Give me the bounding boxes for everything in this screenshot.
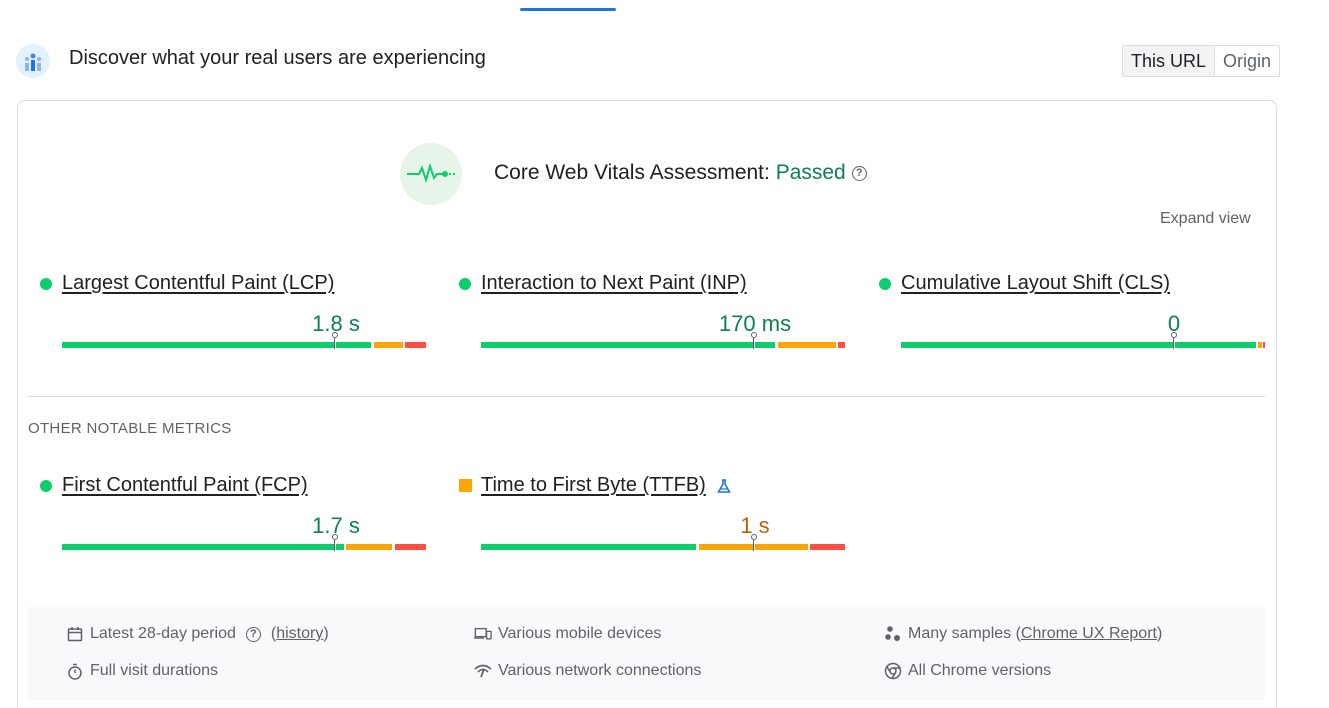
metric-cls: Cumulative Layout Shift (CLS) 0 [879, 272, 1265, 362]
period-help-icon[interactable]: ? [245, 626, 261, 642]
page: Discover what your real users are experi… [0, 0, 1329, 708]
metric-cls-name[interactable]: Cumulative Layout Shift (CLS) [901, 272, 1170, 295]
samples-icon [884, 625, 902, 643]
active-tab-indicator [520, 8, 616, 11]
info-chrome-versions: All Chrome versions [884, 662, 1051, 680]
metric-lcp: Largest Contentful Paint (LCP) 1.8 s [40, 272, 426, 362]
network-signal-icon [474, 662, 492, 680]
info-durations: Full visit durations [66, 662, 218, 680]
help-icon[interactable]: ? [851, 166, 867, 181]
metric-lcp-distribution-bar [62, 332, 426, 349]
info-devices: Various mobile devices [474, 625, 661, 643]
chrome-ux-report-link[interactable]: Chrome UX Report [1021, 625, 1157, 643]
metric-fcp: First Contentful Paint (FCP) 1.7 s [40, 474, 426, 564]
info-samples-prefix: Many samples ( [908, 625, 1021, 642]
cwv-assessment-label: Core Web Vitals Assessment: [494, 161, 776, 184]
cwv-assessment-status: Passed [775, 161, 846, 184]
history-link[interactable]: history [276, 625, 323, 643]
pulse-icon [400, 143, 462, 205]
good-status-icon [40, 479, 52, 492]
good-status-icon [459, 277, 471, 290]
metric-ttfb-distribution-bar [481, 534, 845, 551]
section-divider [28, 396, 1265, 397]
info-devices-label: Various mobile devices [498, 625, 662, 642]
devices-icon [474, 625, 492, 643]
info-samples: Many samples (Chrome UX Report) [884, 625, 1162, 643]
expand-view-link[interactable]: Expand view [1160, 210, 1251, 228]
metric-ttfb: Time to First Byte (TTFB) 1 s [459, 474, 845, 564]
users-chart-icon [16, 44, 50, 78]
info-network: Various network connections [474, 662, 701, 680]
metric-ttfb-name[interactable]: Time to First Byte (TTFB) [481, 474, 706, 497]
good-status-icon [879, 277, 891, 290]
collection-info-panel [28, 607, 1265, 700]
metric-inp-name[interactable]: Interaction to Next Paint (INP) [481, 272, 747, 295]
other-metrics-heading: OTHER NOTABLE METRICS [28, 420, 232, 437]
this-url-tab[interactable]: This URL [1123, 46, 1216, 76]
metric-lcp-name[interactable]: Largest Contentful Paint (LCP) [62, 272, 334, 295]
p75-marker [332, 534, 338, 551]
info-chrome-versions-label: All Chrome versions [908, 662, 1052, 679]
calendar-icon [66, 625, 84, 643]
cwv-assessment-title: Core Web Vitals Assessment: Passed? [494, 161, 867, 185]
p75-marker [751, 534, 757, 551]
stopwatch-icon [66, 662, 84, 680]
info-samples-suffix: ) [1156, 625, 1163, 642]
needs-improvement-status-icon [459, 479, 472, 492]
origin-tab[interactable]: Origin [1215, 46, 1280, 76]
p75-marker [751, 332, 757, 349]
chrome-icon [884, 662, 902, 680]
info-period-label: Latest 28-day period [90, 625, 236, 642]
experimental-flask-icon[interactable] [716, 478, 732, 494]
info-network-label: Various network connections [498, 662, 702, 679]
good-status-icon [40, 277, 52, 290]
metric-cls-distribution-bar [901, 332, 1265, 349]
metric-fcp-distribution-bar [62, 534, 426, 551]
metric-fcp-name[interactable]: First Contentful Paint (FCP) [62, 474, 308, 497]
url-origin-toggle[interactable]: This URL Origin [1122, 45, 1281, 77]
metric-inp: Interaction to Next Paint (INP) 170 ms [459, 272, 845, 362]
info-period: Latest 28-day period ? (history) [66, 625, 329, 643]
p75-marker [1171, 332, 1177, 349]
metric-inp-distribution-bar [481, 332, 845, 349]
p75-marker [332, 332, 338, 349]
section-title: Discover what your real users are experi… [69, 47, 486, 69]
info-durations-label: Full visit durations [90, 662, 219, 679]
